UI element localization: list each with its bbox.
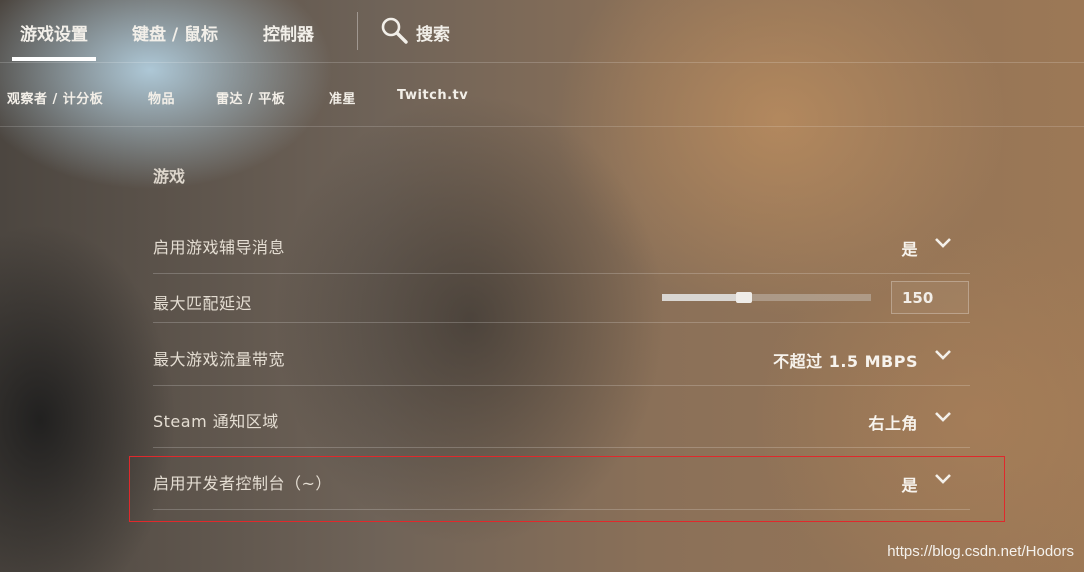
setting-value-steam-notification-area[interactable]: 右上角 — [868, 410, 918, 434]
setting-value-game-instructor[interactable]: 是 — [901, 236, 918, 260]
setting-value-max-bandwidth[interactable]: 不超过 1.5 MBPS — [773, 348, 918, 372]
setting-label-steam-notification-area: Steam 通知区域 — [153, 412, 279, 431]
max-ping-value-field[interactable]: 150 — [891, 281, 969, 314]
subtab-items[interactable]: 物品 — [148, 88, 175, 107]
setting-label-max-matchmaking-ping: 最大匹配延迟 — [153, 294, 253, 313]
subtab-crosshair[interactable]: 准星 — [329, 88, 356, 107]
search-button[interactable]: 搜索 — [416, 20, 450, 45]
subtab-twitch[interactable]: Twitch.tv — [397, 88, 468, 103]
row-divider — [153, 447, 970, 448]
sub-nav: 观察者 / 计分板 物品 雷达 / 平板 准星 Twitch.tv — [0, 63, 1084, 127]
max-ping-value: 150 — [902, 289, 934, 307]
slider-thumb[interactable] — [735, 292, 752, 303]
chevron-down-icon[interactable] — [934, 349, 952, 361]
setting-label-max-bandwidth: 最大游戏流量带宽 — [153, 350, 286, 369]
row-divider — [153, 385, 970, 386]
watermark: https://blog.csdn.net/Hodors — [887, 543, 1074, 560]
active-tab-underline — [12, 57, 96, 61]
highlight-box — [129, 456, 1005, 522]
chevron-down-icon[interactable] — [934, 411, 952, 423]
row-divider — [153, 322, 970, 323]
row-divider — [153, 273, 970, 274]
subtab-spectator-scoreboard[interactable]: 观察者 / 计分板 — [7, 88, 103, 107]
top-nav: 游戏设置 键盘 / 鼠标 控制器 搜索 — [0, 0, 1084, 63]
subtab-radar-tablet[interactable]: 雷达 / 平板 — [216, 88, 285, 107]
slider-fill — [662, 294, 744, 301]
tab-game-settings[interactable]: 游戏设置 — [20, 20, 88, 45]
search-icon[interactable] — [380, 16, 408, 44]
max-ping-slider[interactable] — [662, 292, 871, 303]
chevron-down-icon[interactable] — [934, 237, 952, 249]
nav-divider — [357, 12, 358, 50]
section-title: 游戏 — [153, 167, 186, 186]
setting-label-game-instructor: 启用游戏辅导消息 — [153, 238, 286, 257]
tab-controller[interactable]: 控制器 — [263, 20, 314, 45]
tab-keyboard-mouse[interactable]: 键盘 / 鼠标 — [132, 20, 218, 45]
